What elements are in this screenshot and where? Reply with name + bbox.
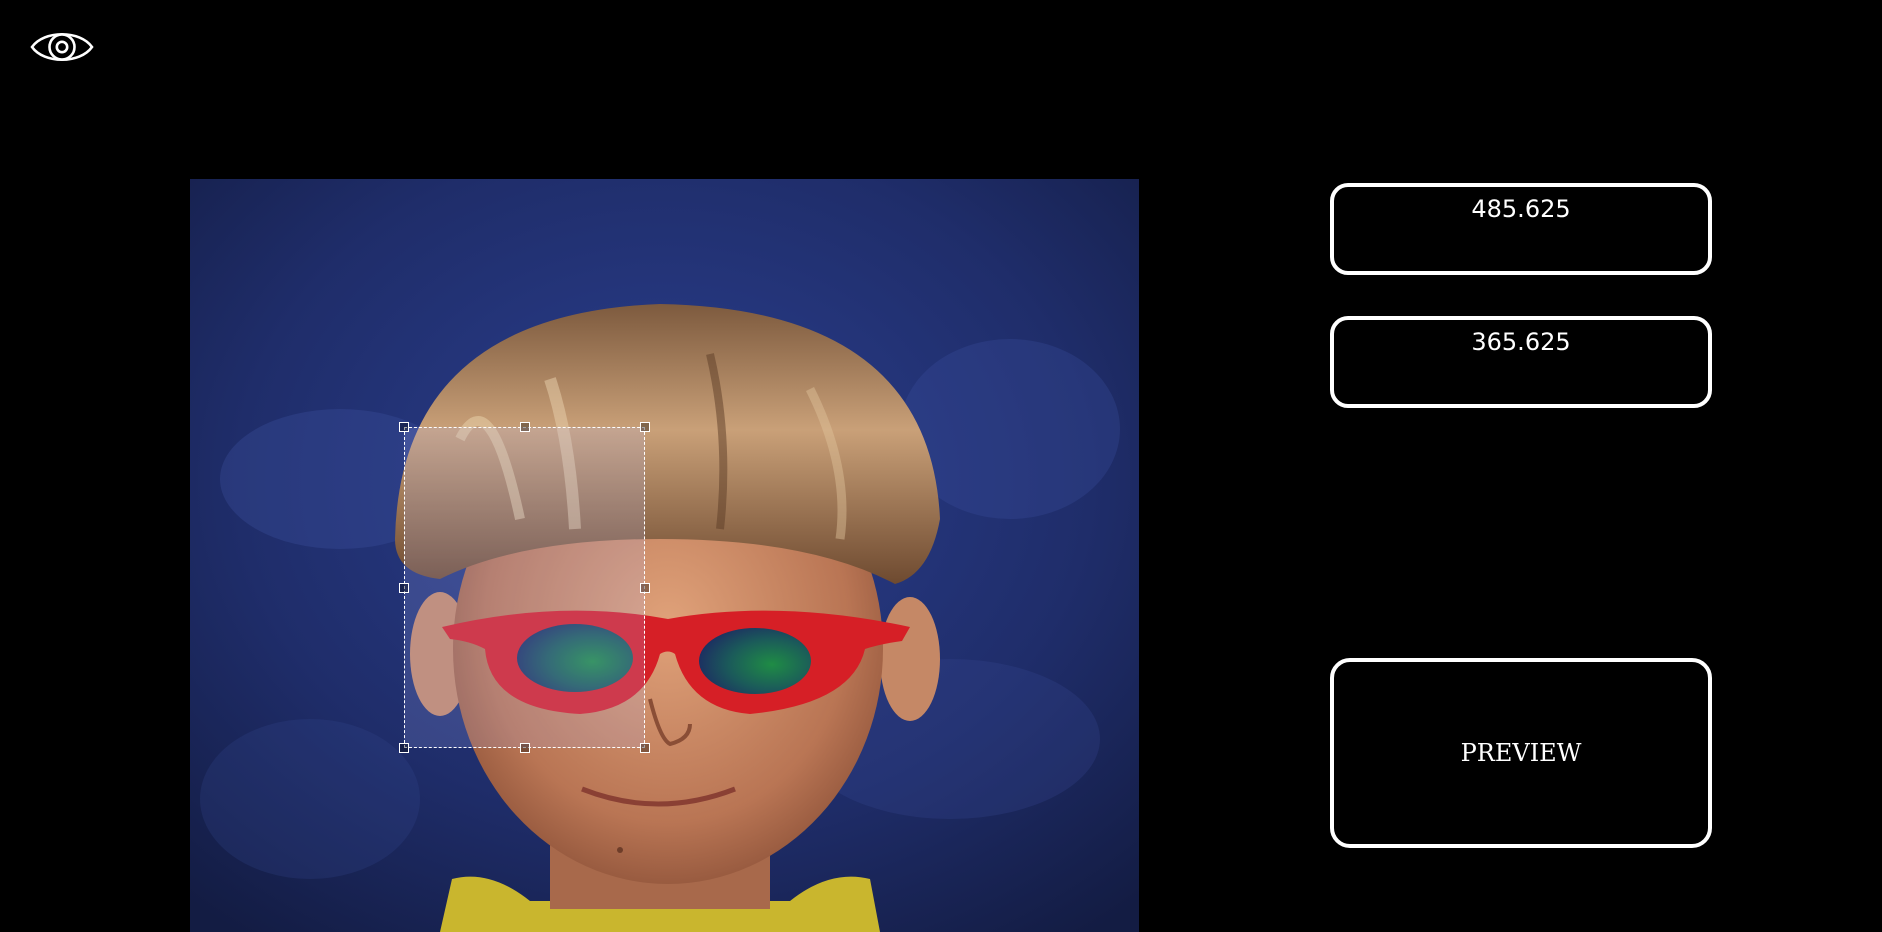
x-value-field[interactable]: 485.625 [1330,183,1712,275]
resize-handle-left[interactable] [399,582,409,593]
y-value-field[interactable]: 365.625 [1330,316,1712,408]
eye-icon[interactable] [30,26,94,68]
resize-handle-top-left[interactable] [399,422,409,432]
resize-handle-right[interactable] [640,582,650,593]
resize-handle-top[interactable] [519,422,530,432]
app-window: 485.625 365.625 PREVIEW [0,0,1882,932]
resize-handle-bottom-right[interactable] [640,743,650,753]
portrait-photo [190,179,1139,932]
resize-handle-top-right[interactable] [640,422,650,432]
crop-selection-box[interactable] [399,422,650,753]
preview-button[interactable]: PREVIEW [1330,658,1712,848]
resize-handle-bottom-left[interactable] [399,743,409,753]
resize-handle-bottom[interactable] [519,743,530,753]
image-canvas[interactable] [190,179,1139,932]
